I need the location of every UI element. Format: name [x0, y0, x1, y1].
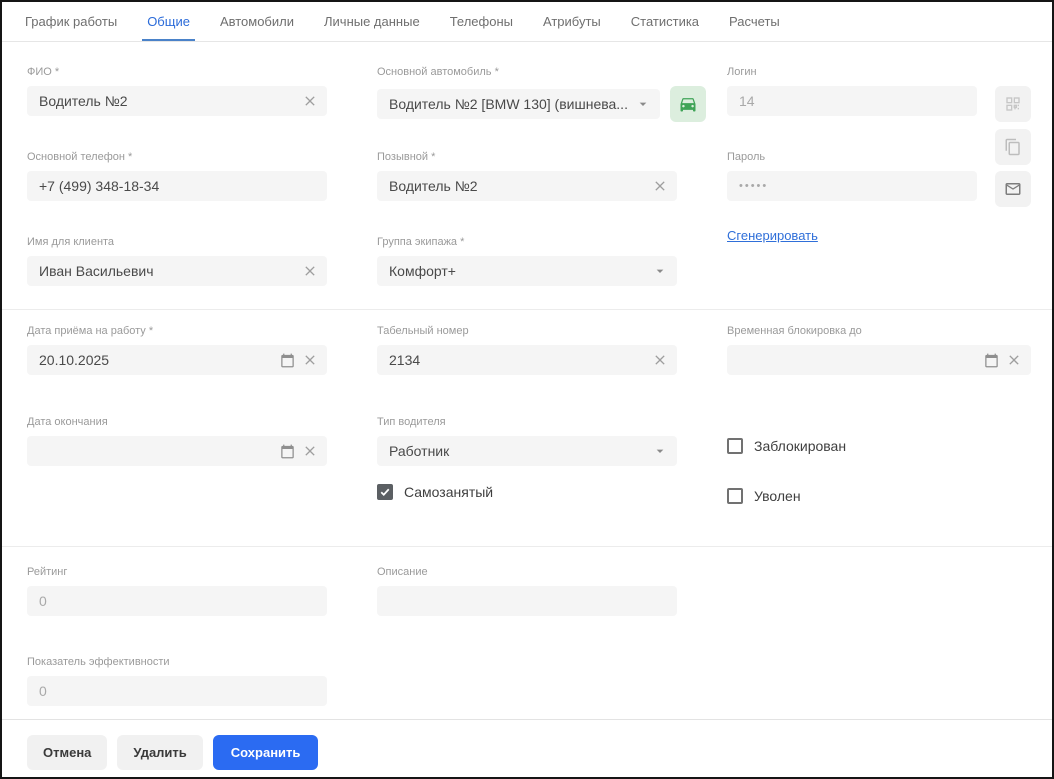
driver-type-value: Работник [389, 443, 645, 459]
login-label: Логин [727, 66, 977, 79]
crew-group-value: Комфорт+ [389, 263, 645, 279]
qr-code-button[interactable] [995, 86, 1031, 122]
field-login: Логин [727, 66, 977, 116]
copy-icon [1004, 138, 1022, 156]
field-personnel-number: Табельный номер [377, 325, 677, 375]
login-input[interactable] [739, 93, 968, 109]
checkbox-box[interactable] [727, 488, 743, 504]
field-temp-block-until: Временная блокировка до [727, 325, 1031, 375]
envelope-icon [1004, 180, 1022, 198]
main-car-select[interactable]: Водитель №2 [BMW 130] (вишнева... [377, 89, 660, 119]
tab-work-schedule[interactable]: График работы [10, 2, 132, 41]
efficiency-label: Показатель эффективности [27, 656, 327, 669]
car-icon [678, 94, 698, 114]
client-name-label: Имя для клиента [27, 236, 327, 249]
field-password: Пароль [727, 151, 977, 201]
personnel-number-input[interactable] [389, 352, 645, 368]
checkbox-label: Уволен [754, 488, 801, 504]
field-fio: ФИО * [27, 66, 327, 116]
field-efficiency: Показатель эффективности [27, 656, 327, 706]
field-driver-type: Тип водителя Работник [377, 416, 677, 466]
clear-icon[interactable] [302, 443, 318, 459]
driver-edit-window: График работы Общие Автомобили Личные да… [0, 0, 1054, 779]
field-main-car: Основной автомобиль * Водитель №2 [BMW 1… [377, 66, 677, 122]
crew-group-select[interactable]: Комфорт+ [377, 256, 677, 286]
checkbox-box[interactable] [377, 484, 393, 500]
cancel-button[interactable]: Отмена [27, 735, 107, 770]
tab-statistics[interactable]: Статистика [616, 2, 714, 41]
chevron-down-icon [652, 263, 668, 279]
main-car-value: Водитель №2 [BMW 130] (вишнева... [389, 96, 628, 112]
main-phone-label: Основной телефон * [27, 151, 327, 164]
personnel-number-label: Табельный номер [377, 325, 677, 338]
hire-date-label: Дата приёма на работу * [27, 325, 327, 338]
tab-bar: График работы Общие Автомобили Личные да… [2, 2, 1052, 42]
rating-label: Рейтинг [27, 566, 327, 579]
crew-group-label: Группа экипажа * [377, 236, 677, 249]
field-description: Описание [377, 566, 677, 616]
tab-general[interactable]: Общие [132, 2, 205, 41]
calendar-icon[interactable] [280, 444, 295, 459]
clear-icon[interactable] [302, 263, 318, 279]
tab-cars[interactable]: Автомобили [205, 2, 309, 41]
chevron-down-icon [652, 443, 668, 459]
checkbox-fired[interactable]: Уволен [727, 488, 801, 504]
clear-icon[interactable] [652, 178, 668, 194]
tab-attributes[interactable]: Атрибуты [528, 2, 616, 41]
field-crew-group: Группа экипажа * Комфорт+ [377, 236, 677, 286]
field-rating: Рейтинг [27, 566, 327, 616]
calendar-icon[interactable] [280, 353, 295, 368]
main-phone-input[interactable] [39, 178, 318, 194]
end-date-input[interactable] [39, 443, 273, 459]
clear-icon[interactable] [1006, 352, 1022, 368]
copy-button[interactable] [995, 129, 1031, 165]
field-end-date: Дата окончания [27, 416, 327, 466]
driver-type-select[interactable]: Работник [377, 436, 677, 466]
description-input[interactable] [389, 593, 668, 609]
hire-date-input[interactable] [39, 352, 273, 368]
divider [2, 309, 1052, 310]
callsign-label: Позывной * [377, 151, 677, 164]
callsign-input[interactable] [389, 178, 645, 194]
clear-icon[interactable] [302, 93, 318, 109]
description-label: Описание [377, 566, 677, 579]
tab-calculations[interactable]: Расчеты [714, 2, 795, 41]
rating-input[interactable] [39, 593, 318, 609]
clear-icon[interactable] [302, 352, 318, 368]
delete-button[interactable]: Удалить [117, 735, 202, 770]
password-label: Пароль [727, 151, 977, 164]
tab-phones[interactable]: Телефоны [435, 2, 528, 41]
efficiency-input[interactable] [39, 683, 318, 699]
driver-type-label: Тип водителя [377, 416, 677, 429]
fio-input[interactable] [39, 93, 295, 109]
checkbox-blocked[interactable]: Заблокирован [727, 438, 846, 454]
fio-label: ФИО * [27, 66, 327, 79]
qr-code-icon [1005, 96, 1021, 112]
temp-block-until-input[interactable] [739, 352, 977, 368]
generate-password-link[interactable]: Сгенерировать [727, 228, 818, 243]
field-hire-date: Дата приёма на работу * [27, 325, 327, 375]
footer-actions: Отмена Удалить Сохранить [27, 735, 318, 770]
send-mail-button[interactable] [995, 171, 1031, 207]
save-button[interactable]: Сохранить [213, 735, 319, 770]
end-date-label: Дата окончания [27, 416, 327, 429]
tab-personal-data[interactable]: Личные данные [309, 2, 435, 41]
chevron-down-icon [635, 96, 651, 112]
field-callsign: Позывной * [377, 151, 677, 201]
checkbox-label: Самозанятый [404, 484, 493, 500]
calendar-icon[interactable] [984, 353, 999, 368]
divider [2, 546, 1052, 547]
divider [2, 719, 1052, 720]
field-client-name: Имя для клиента [27, 236, 327, 286]
clear-icon[interactable] [652, 352, 668, 368]
car-button[interactable] [670, 86, 706, 122]
temp-block-until-label: Временная блокировка до [727, 325, 1031, 338]
main-car-label: Основной автомобиль * [377, 66, 677, 79]
checkbox-self-employed[interactable]: Самозанятый [377, 484, 493, 500]
field-main-phone: Основной телефон * [27, 151, 327, 201]
client-name-input[interactable] [39, 263, 295, 279]
checkbox-label: Заблокирован [754, 438, 846, 454]
checkbox-box[interactable] [727, 438, 743, 454]
password-input[interactable] [739, 180, 968, 192]
